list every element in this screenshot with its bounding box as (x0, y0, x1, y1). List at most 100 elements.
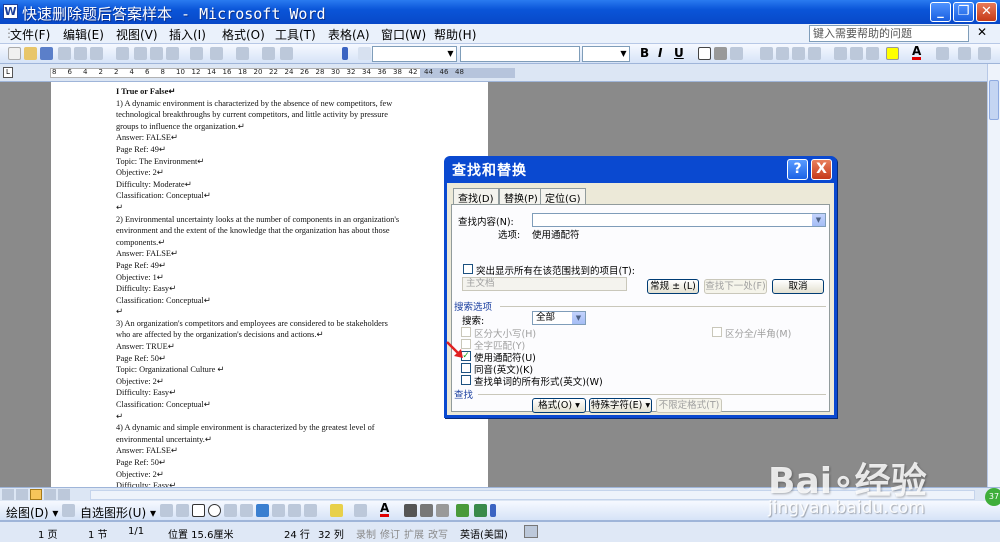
fill-color-icon[interactable] (330, 504, 343, 517)
superscript-icon[interactable] (958, 47, 971, 60)
minimize-button[interactable]: _ (930, 2, 951, 22)
insert-table-icon[interactable] (262, 47, 275, 60)
menu-file[interactable]: 文件(F) (10, 26, 50, 43)
character-shading-icon[interactable] (714, 47, 727, 60)
align-center-icon[interactable] (776, 47, 789, 60)
dialog-close-button[interactable]: X (811, 159, 832, 180)
status-record[interactable]: 录制 (356, 526, 376, 541)
menu-help[interactable]: 帮助(H) (434, 26, 476, 43)
paste-icon[interactable] (166, 47, 179, 60)
menu-insert[interactable]: 插入(I) (169, 26, 206, 43)
document-line[interactable]: environment and the extent of the knowle… (116, 225, 426, 237)
numbering-icon[interactable] (834, 47, 847, 60)
rectangle-icon[interactable] (192, 504, 205, 517)
document-line[interactable]: Page Ref: 50↵ (116, 457, 426, 469)
permission-icon[interactable] (58, 47, 71, 60)
oval-icon[interactable] (208, 504, 221, 517)
justify-icon[interactable] (808, 47, 821, 60)
print-preview-icon[interactable] (90, 47, 103, 60)
outline-view-icon[interactable] (44, 489, 56, 500)
document-line[interactable]: Page Ref: 49↵ (116, 260, 426, 272)
indent-icon[interactable] (866, 47, 879, 60)
clip-art-icon[interactable] (288, 504, 301, 517)
document-line[interactable]: Page Ref: 49↵ (116, 144, 426, 156)
tab-selector-icon[interactable]: L (3, 67, 13, 78)
document-line[interactable]: components.↵ (116, 237, 426, 249)
find-next-button[interactable]: 查找下一处(F) (704, 279, 767, 294)
help-search-input[interactable]: 键入需要帮助的问题 (809, 25, 969, 42)
document-line[interactable]: 1) A dynamic environment is characterize… (116, 98, 426, 110)
document-line[interactable]: 3) An organization's competitors and emp… (116, 318, 426, 330)
document-line[interactable]: Difficulty: Moderate↵ (116, 179, 426, 191)
document-line[interactable]: Objective: 1↵ (116, 272, 426, 284)
document-line[interactable]: Answer: FALSE↵ (116, 132, 426, 144)
autoshapes-menu-button[interactable]: 自选图形(U) ▾ (80, 504, 156, 521)
document-line[interactable]: who are affected by the organization's d… (116, 329, 426, 341)
horizontal-ruler[interactable]: L 8 6 4 2 2 4 6 8 10 12 14 16 18 20 22 24 26 28 30 32 34 36 38… (0, 64, 1000, 82)
line-style-icon[interactable] (404, 504, 417, 517)
bold-button[interactable]: B (640, 46, 649, 60)
styles-pane-icon[interactable] (358, 47, 371, 60)
italic-button[interactable]: I (658, 46, 662, 60)
maximize-button[interactable]: ❐ (953, 2, 974, 22)
bullets-icon[interactable] (850, 47, 863, 60)
menu-edit[interactable]: 编辑(E) (63, 26, 104, 43)
picture-icon[interactable] (304, 504, 317, 517)
document-page[interactable]: I True or False↵ 1) A dynamic environment… (51, 82, 488, 490)
document-line[interactable]: groups to influence the organization.↵ (116, 121, 426, 133)
draw-menu-button[interactable]: 绘图(D) ▾ (6, 504, 58, 521)
copy-icon[interactable] (150, 47, 163, 60)
document-line[interactable]: Classification: Conceptual↵ (116, 399, 426, 411)
format-painter-icon[interactable] (190, 47, 203, 60)
open-folder-icon[interactable] (24, 47, 37, 60)
menu-view[interactable]: 视图(V) (116, 26, 158, 43)
document-line[interactable]: I True or False↵ (116, 86, 426, 98)
document-line[interactable]: ↵ (116, 202, 426, 214)
document-line[interactable]: Objective: 2↵ (116, 167, 426, 179)
shadow-icon[interactable] (456, 504, 469, 517)
new-document-icon[interactable] (8, 47, 21, 60)
status-extend[interactable]: 扩展 (404, 526, 424, 541)
scope-select[interactable]: 主文档 (462, 277, 627, 291)
document-line[interactable]: technological breakthroughs by current c… (116, 109, 426, 121)
line-color-icon[interactable] (354, 504, 367, 517)
save-icon[interactable] (40, 47, 53, 60)
line-icon[interactable] (160, 504, 173, 517)
document-line[interactable]: Difficulty: Easy↵ (116, 387, 426, 399)
toolbar-grip-icon[interactable] (342, 47, 348, 60)
align-left-icon[interactable] (760, 47, 773, 60)
sounds-like-checkbox[interactable] (461, 363, 471, 373)
search-direction-select[interactable]: 全部 ▼ (532, 311, 586, 325)
subscript-icon[interactable] (978, 47, 991, 60)
find-what-input[interactable]: ▼ (532, 213, 826, 227)
document-line[interactable]: Answer: FALSE↵ (116, 248, 426, 260)
vertical-text-box-icon[interactable] (240, 504, 253, 517)
reading-view-icon[interactable] (58, 489, 70, 500)
document-line[interactable]: Page Ref: 50↵ (116, 353, 426, 365)
document-line[interactable]: Objective: 2↵ (116, 469, 426, 481)
document-line[interactable]: Classification: Conceptual↵ (116, 190, 426, 202)
status-overtype[interactable]: 改写 (428, 526, 448, 541)
wordart-icon[interactable] (256, 504, 269, 517)
close-window-button[interactable]: ✕ (976, 2, 997, 22)
document-line[interactable]: Answer: FALSE↵ (116, 445, 426, 457)
menu-tools[interactable]: 工具(T) (275, 26, 316, 43)
document-line[interactable]: Classification: Conceptual↵ (116, 295, 426, 307)
spelling-status-icon[interactable] (524, 525, 538, 538)
print-layout-view-icon[interactable] (30, 489, 42, 500)
tab-goto[interactable]: 定位(G) (540, 188, 586, 205)
document-text[interactable]: I True or False↵ 1) A dynamic environment… (116, 86, 426, 492)
draw-font-color-icon[interactable]: A (380, 502, 390, 517)
web-view-icon[interactable] (16, 489, 28, 500)
dash-style-icon[interactable] (420, 504, 433, 517)
align-right-icon[interactable] (792, 47, 805, 60)
document-line[interactable]: environmental uncertainty.↵ (116, 434, 426, 446)
toolbar-grip-icon[interactable] (490, 504, 496, 517)
menu-window[interactable]: 窗口(W) (381, 26, 426, 43)
document-line[interactable]: 4) A dynamic and simple environment is c… (116, 422, 426, 434)
undo-icon[interactable] (210, 47, 223, 60)
document-line[interactable]: Answer: TRUE↵ (116, 341, 426, 353)
close-document-icon[interactable]: ✕ (977, 25, 987, 39)
tab-replace[interactable]: 替换(P) (499, 188, 543, 205)
scroll-thumb[interactable] (989, 80, 999, 120)
